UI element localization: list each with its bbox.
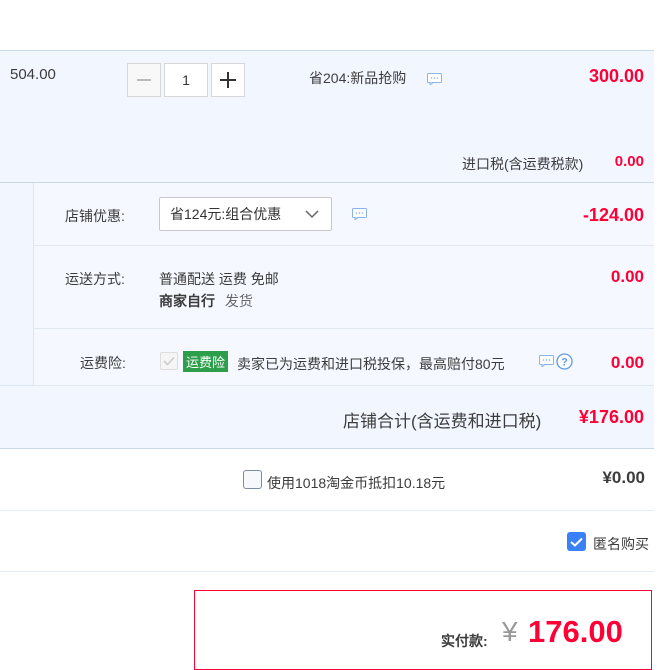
check-icon [163, 356, 175, 366]
discount-select[interactable]: 省124元:组合优惠 [159, 197, 332, 231]
panel-separator [34, 245, 654, 246]
row-divider [0, 510, 654, 511]
insurance-label: 运费险: [80, 355, 126, 371]
coins-label: 使用1018淘金币抵扣10.18元 [267, 475, 446, 491]
insurance-badge: 运费险 [183, 351, 229, 372]
anonymous-label: 匿名购买 [593, 536, 649, 552]
payment-amount: 176.00 [528, 614, 623, 649]
shipping-action: 发货 [224, 293, 253, 309]
help-icon[interactable]: ? [556, 353, 573, 370]
increase-quantity-button[interactable] [211, 63, 245, 97]
quantity-input[interactable]: 1 [164, 63, 208, 97]
decrease-quantity-button[interactable] [127, 63, 161, 97]
minus-icon [137, 79, 151, 81]
promo-text: 省204:新品抢购 [309, 70, 407, 86]
quantity-stepper[interactable]: 1 [127, 63, 245, 97]
store-total-label: 店铺合计(含运费和进口税) [343, 412, 542, 431]
tax-value: 0.00 [614, 153, 644, 170]
message-icon[interactable] [352, 208, 367, 220]
coins-value: ¥0.00 [602, 468, 645, 487]
message-icon[interactable] [539, 355, 554, 367]
message-icon[interactable] [427, 73, 442, 85]
chevron-down-icon [305, 210, 319, 219]
panel-separator [34, 328, 654, 329]
discount-label: 店铺优惠: [65, 208, 125, 224]
check-icon [570, 537, 583, 547]
tax-label: 进口税(含运费税款) [462, 156, 584, 172]
unit-price: 504.00 [10, 66, 56, 83]
shipping-method: 普通配送 运费 免邮 [159, 271, 279, 287]
insurance-value: 0.00 [610, 353, 644, 372]
store-total-value: ¥176.00 [578, 407, 644, 427]
shipping-value: 0.00 [610, 267, 644, 286]
coins-checkbox[interactable] [243, 470, 262, 489]
row-divider [0, 571, 654, 572]
item-subtotal: 300.00 [588, 66, 644, 86]
discount-select-value: 省124元:组合优惠 [170, 206, 282, 222]
plus-icon [220, 72, 236, 88]
discount-value: -124.00 [582, 205, 644, 225]
panel-separator [0, 385, 654, 386]
svg-text:?: ? [561, 357, 568, 369]
payment-label: 实付款: [441, 633, 488, 649]
payment-currency: ¥ [502, 616, 518, 647]
insurance-checkbox[interactable] [160, 352, 178, 370]
anonymous-checkbox[interactable] [567, 532, 586, 551]
shipping-info: 商家自行 发货 [159, 291, 253, 311]
shipping-by: 商家自行 [159, 293, 215, 309]
shipping-label: 运送方式: [65, 271, 125, 287]
insurance-text: 卖家已为运费和进口税投保，最高赔付80元 [237, 356, 505, 372]
